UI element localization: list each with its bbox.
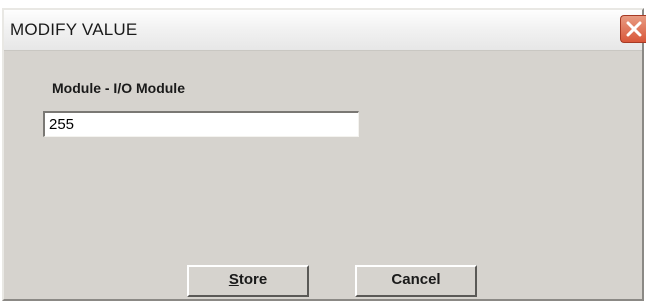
cancel-button[interactable]: Cancel <box>355 265 477 297</box>
store-label: tore <box>238 271 268 288</box>
value-input[interactable] <box>43 111 359 137</box>
dialog-title: MODIFY VALUE <box>10 20 138 39</box>
title-bar[interactable]: MODIFY VALUE <box>4 10 646 51</box>
modify-value-dialog: MODIFY VALUE Module - I/O Module Store C… <box>2 8 646 301</box>
store-button[interactable]: Store <box>187 265 309 297</box>
store-mnemonic: S <box>228 271 239 288</box>
close-button[interactable] <box>620 15 646 43</box>
field-label: Module - I/O Module <box>52 80 185 96</box>
